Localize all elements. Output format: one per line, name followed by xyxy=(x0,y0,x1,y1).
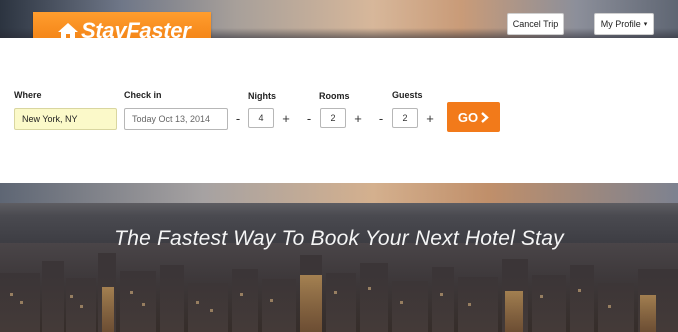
caret-down-icon: ▾ xyxy=(643,21,648,28)
rooms-label: Rooms xyxy=(319,91,350,101)
guests-increment-button[interactable]: + xyxy=(424,108,436,128)
rooms-input[interactable]: 2 xyxy=(320,108,346,128)
hero-overlay xyxy=(0,276,678,332)
nights-increment-button[interactable]: + xyxy=(280,108,292,128)
cancel-trip-label: Cancel Trip xyxy=(512,19,559,29)
nights-decrement-button[interactable]: - xyxy=(232,108,244,128)
where-input[interactable]: New York, NY xyxy=(14,108,117,130)
guests-label: Guests xyxy=(392,90,423,100)
search-form: Where New York, NY Check in Today Oct 13… xyxy=(0,38,678,183)
checkin-date-input[interactable]: Today Oct 13, 2014 xyxy=(124,108,228,130)
hero-tagline: The Fastest Way To Book Your Next Hotel … xyxy=(114,227,564,250)
cancel-trip-button[interactable]: Cancel Trip xyxy=(507,13,564,35)
go-button[interactable]: GO xyxy=(447,102,500,132)
where-label: Where xyxy=(14,90,42,100)
guests-value: 2 xyxy=(402,113,408,123)
checkin-value: Today Oct 13, 2014 xyxy=(132,114,211,124)
chevron-right-icon xyxy=(481,111,489,123)
go-label: GO xyxy=(457,109,479,125)
where-value: New York, NY xyxy=(22,114,78,124)
my-profile-dropdown[interactable]: My Profile ▾ xyxy=(594,13,654,35)
hero-sky xyxy=(0,183,678,203)
my-profile-label: My Profile xyxy=(600,19,641,29)
rooms-decrement-button[interactable]: - xyxy=(303,108,315,128)
nights-label: Nights xyxy=(248,91,276,101)
nights-value: 4 xyxy=(258,113,264,123)
guests-decrement-button[interactable]: - xyxy=(375,108,387,128)
hero-banner: The Fastest Way To Book Your Next Hotel … xyxy=(0,183,678,332)
rooms-increment-button[interactable]: + xyxy=(352,108,364,128)
page: StayFaster Cancel Trip My Profile ▾ Wher… xyxy=(0,0,678,332)
nights-input[interactable]: 4 xyxy=(248,108,274,128)
checkin-label: Check in xyxy=(124,90,162,100)
rooms-value: 2 xyxy=(330,113,336,123)
guests-input[interactable]: 2 xyxy=(392,108,418,128)
